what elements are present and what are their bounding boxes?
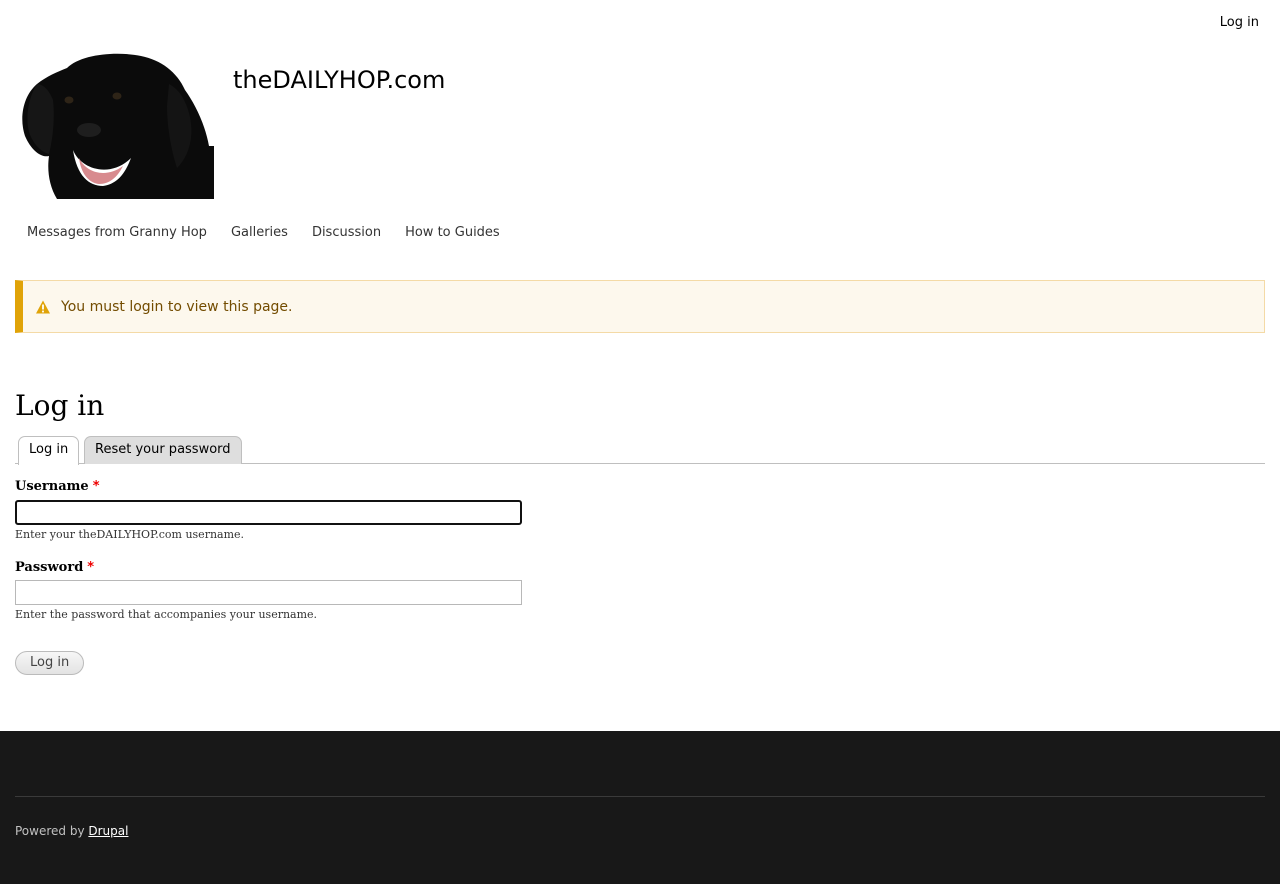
- warning-message: You must login to view this page.: [15, 280, 1265, 333]
- powered-by: Powered by Drupal: [15, 824, 128, 838]
- username-label: Username *: [15, 479, 100, 494]
- username-input[interactable]: [15, 500, 522, 525]
- required-marker: *: [92, 479, 100, 494]
- nav-item-discussion[interactable]: Discussion: [300, 224, 393, 241]
- username-description: Enter your theDAILYHOP.com username.: [15, 528, 245, 541]
- site-footer: Powered by Drupal: [0, 731, 1280, 884]
- main-navigation: Messages from Granny Hop Galleries Discu…: [15, 224, 512, 241]
- local-tasks-tabs: Log in Reset your password: [15, 436, 1265, 465]
- secondary-menu: Log in: [1220, 11, 1259, 30]
- site-logo[interactable]: [19, 46, 214, 199]
- drupal-link[interactable]: Drupal: [88, 824, 128, 838]
- tab-log-in[interactable]: Log in: [18, 436, 80, 465]
- password-label: Password *: [15, 560, 94, 575]
- page-title: Log in: [15, 389, 105, 422]
- password-label-text: Password: [15, 560, 84, 575]
- warning-text: You must login to view this page.: [61, 298, 293, 315]
- powered-by-text: Powered by: [15, 824, 89, 838]
- login-submit-button[interactable]: Log in: [15, 651, 85, 675]
- dog-logo-image: [22, 53, 214, 199]
- tab-reset-password[interactable]: Reset your password: [84, 436, 242, 464]
- required-marker: *: [87, 560, 95, 575]
- nav-item-galleries[interactable]: Galleries: [219, 224, 300, 241]
- nav-item-messages-from-granny-hop[interactable]: Messages from Granny Hop: [15, 224, 219, 241]
- nav-item-how-to-guides[interactable]: How to Guides: [393, 224, 512, 241]
- username-label-text: Username: [15, 479, 89, 494]
- warning-icon: [35, 299, 51, 315]
- login-link[interactable]: Log in: [1220, 15, 1259, 30]
- footer-divider: [15, 796, 1265, 797]
- password-description: Enter the password that accompanies your…: [15, 608, 318, 621]
- password-input[interactable]: [15, 580, 522, 605]
- site-name[interactable]: theDAILYHOP.com: [233, 66, 445, 94]
